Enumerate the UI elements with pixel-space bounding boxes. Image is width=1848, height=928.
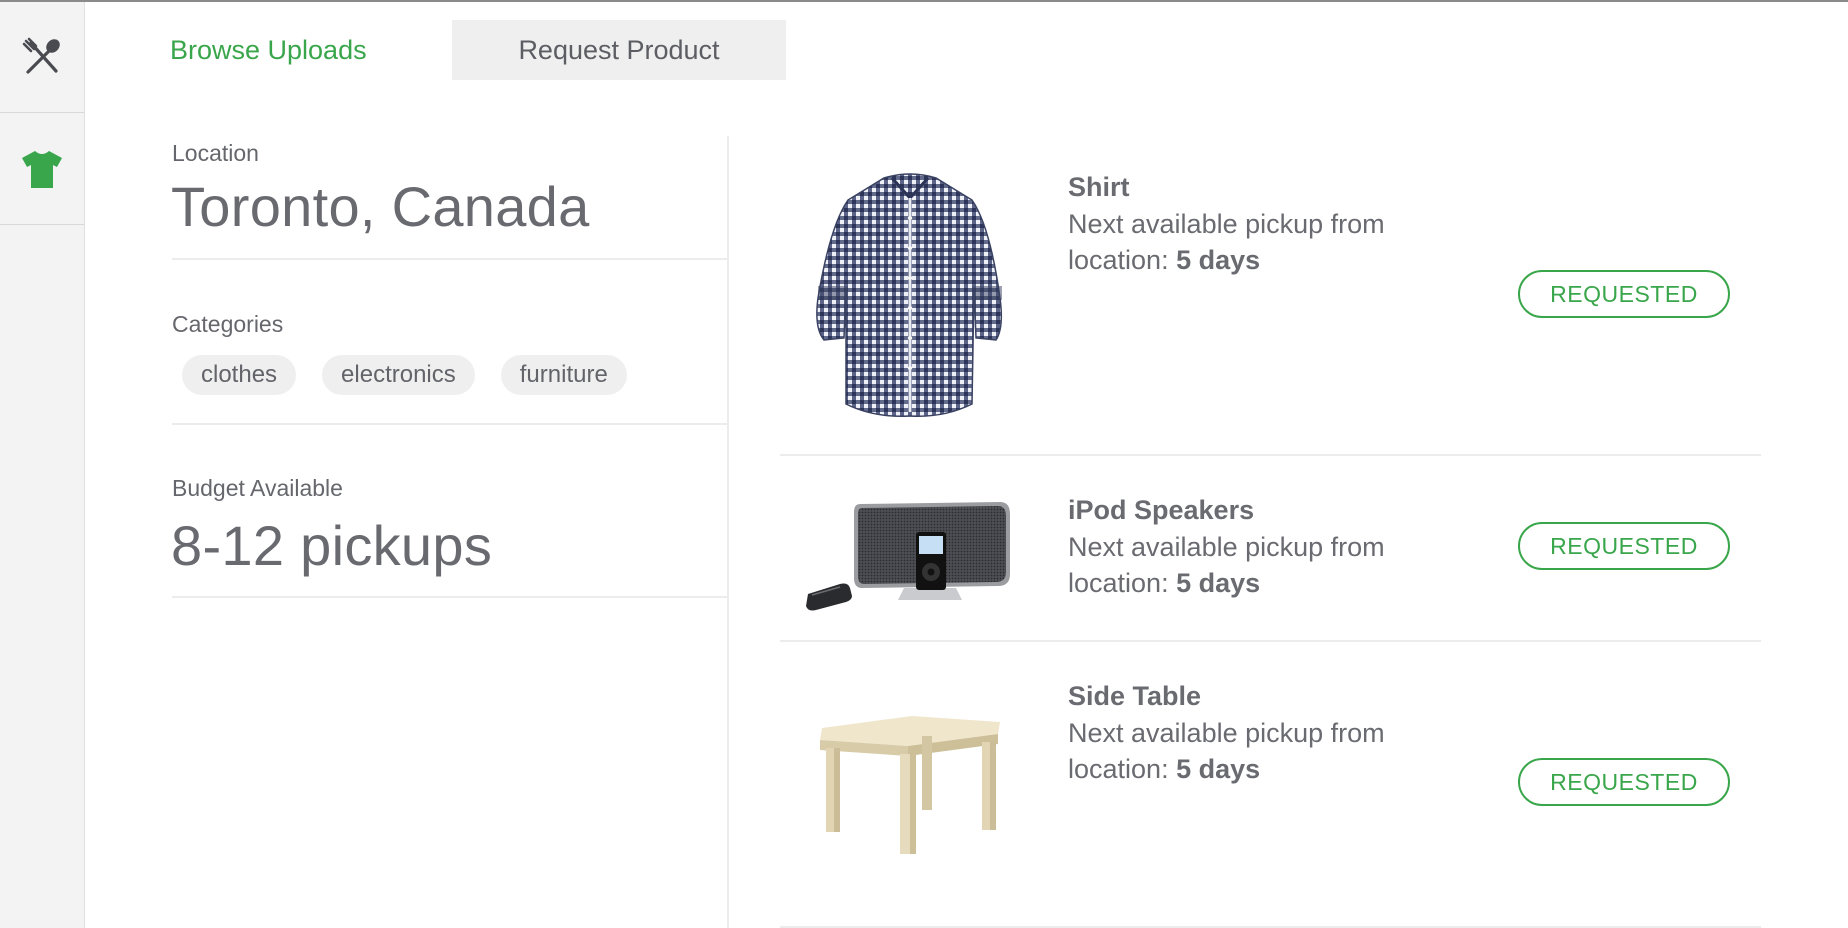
ipod-speakers-image — [804, 496, 1016, 617]
product-title: Side Table — [1068, 681, 1202, 711]
requested-button[interactable]: REQUESTED — [1518, 758, 1730, 806]
product-title: iPod Speakers — [1068, 495, 1255, 525]
window-top-rule — [0, 0, 1848, 2]
sidebar-item-clothes[interactable] — [0, 114, 84, 225]
category-chip-electronics[interactable]: electronics — [322, 355, 475, 395]
utensils-icon — [22, 37, 62, 77]
side-table-image — [804, 702, 1016, 867]
product-description: Next available pickup from location: 5 d… — [1068, 206, 1428, 278]
category-chip-furniture[interactable]: furniture — [500, 355, 627, 395]
categories-label: Categories — [172, 311, 284, 337]
tshirt-icon — [21, 149, 63, 189]
budget-panel: Budget Available 8-12 pickups — [171, 425, 727, 598]
product-item: Shirt Next available pickup from locatio… — [780, 150, 1761, 456]
requested-button[interactable]: REQUESTED — [1518, 270, 1730, 318]
budget-value: 8-12 pickups — [171, 514, 493, 577]
product-description: Next available pickup from location: 5 d… — [1068, 529, 1428, 601]
category-chip-clothes[interactable]: clothes — [182, 355, 297, 395]
budget-label: Budget Available — [172, 475, 343, 501]
location-value[interactable]: Toronto, Canada — [171, 174, 590, 239]
requested-button[interactable]: REQUESTED — [1518, 522, 1730, 570]
product-item: Side Table Next available pickup from lo… — [780, 642, 1761, 928]
tab-browse-uploads[interactable]: Browse Uploads — [170, 20, 367, 80]
product-pickup-days: 5 days — [1176, 754, 1261, 784]
shirt-image — [804, 168, 1016, 427]
product-title: Shirt — [1068, 172, 1130, 202]
product-pickup-days: 5 days — [1176, 245, 1261, 275]
product-description: Next available pickup from location: 5 d… — [1068, 715, 1428, 787]
category-chips: clothes electronics furniture — [182, 355, 627, 395]
tab-request-product[interactable]: Request Product — [452, 20, 786, 80]
location-label: Location — [172, 140, 259, 166]
sidebar-item-food[interactable] — [0, 2, 84, 113]
categories-panel: Categories clothes electronics furniture — [172, 260, 727, 425]
location-panel: Location Toronto, Canada — [171, 136, 727, 260]
sidebar — [0, 2, 85, 928]
product-pickup-days: 5 days — [1176, 568, 1261, 598]
product-item: iPod Speakers Next available pickup from… — [780, 456, 1761, 642]
panel-divider — [727, 136, 729, 928]
